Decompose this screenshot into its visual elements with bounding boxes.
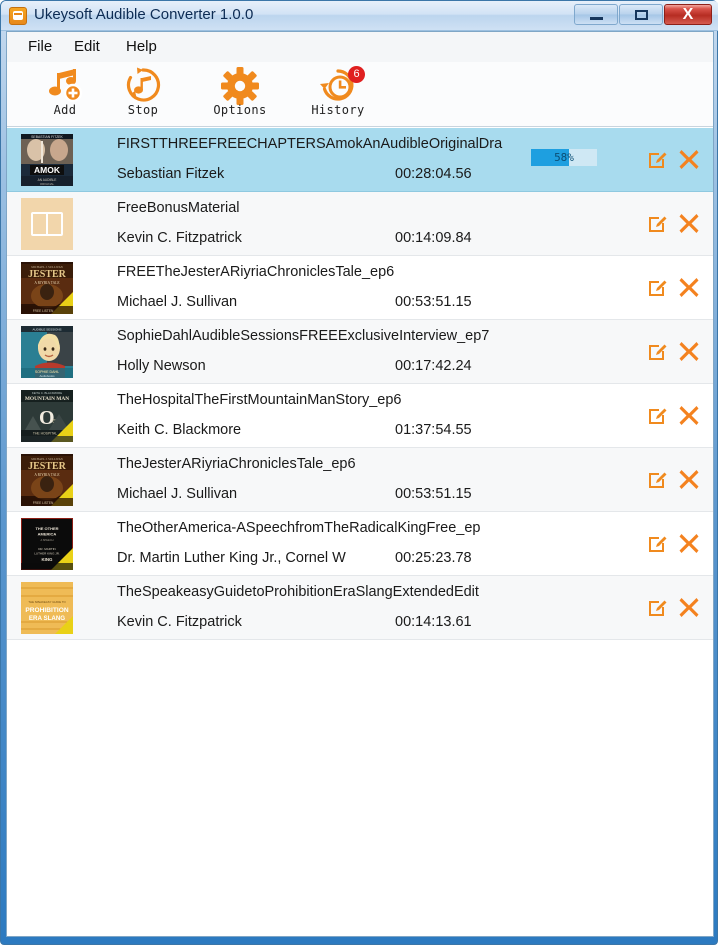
item-author: Michael J. Sullivan	[117, 294, 387, 310]
item-duration: 00:53:51.15	[395, 294, 472, 310]
edit-pencil-icon[interactable]	[646, 404, 668, 426]
table-row[interactable]: TheHospitalTheFirstMountainManStory_ep6 K…	[7, 384, 713, 448]
history-badge: 6	[348, 66, 365, 83]
cover-art	[21, 326, 73, 378]
maximize-button[interactable]	[619, 4, 663, 25]
menu-bar: File Edit Help	[7, 32, 713, 62]
item-author: Holly Newson	[117, 358, 387, 374]
edit-pencil-icon[interactable]	[646, 276, 668, 298]
delete-x-icon[interactable]	[678, 596, 700, 618]
item-duration: 00:14:13.61	[395, 614, 472, 630]
window-title: Ukeysoft Audible Converter 1.0.0	[34, 6, 253, 23]
delete-x-icon[interactable]	[678, 468, 700, 490]
app-logo-icon	[9, 7, 27, 25]
history-button[interactable]: 6 History	[290, 65, 386, 123]
edit-pencil-icon[interactable]	[646, 468, 668, 490]
title-bar: Ukeysoft Audible Converter 1.0.0 X	[1, 1, 718, 31]
table-row[interactable]: TheJesterARiyriaChroniclesTale_ep6 Michae…	[7, 448, 713, 512]
toolbar: Add Stop	[7, 62, 713, 127]
menu-item-edit[interactable]: Edit	[67, 37, 107, 57]
gear-icon	[192, 65, 288, 103]
item-title: FIRSTTHREEFREECHAPTERSAmokAnAudibleOrigi…	[117, 136, 527, 152]
item-author: Sebastian Fitzek	[117, 166, 387, 182]
menu-item-help[interactable]: Help	[119, 37, 164, 57]
close-button[interactable]: X	[664, 4, 712, 25]
table-row[interactable]: FREETheJesterARiyriaChroniclesTale_ep6 Mi…	[7, 256, 713, 320]
cover-art	[21, 134, 73, 186]
menu-item-file[interactable]: File	[21, 37, 59, 57]
table-row[interactable]: SophieDahlAudibleSessionsFREEExclusiveIn…	[7, 320, 713, 384]
item-duration: 00:25:23.78	[395, 550, 472, 566]
item-duration: 01:37:54.55	[395, 422, 472, 438]
item-title: TheSpeakeasyGuidetoProhibitionEraSlangEx…	[117, 584, 527, 600]
history-clock-icon: 6	[290, 65, 386, 103]
delete-x-icon[interactable]	[678, 532, 700, 554]
stop-button[interactable]: Stop	[95, 65, 191, 123]
cover-art	[21, 390, 73, 442]
delete-x-icon[interactable]	[678, 404, 700, 426]
delete-x-icon[interactable]	[678, 340, 700, 362]
app-logo-glyph	[13, 11, 23, 20]
stop-refresh-music-icon	[95, 65, 191, 103]
cover-art	[21, 262, 73, 314]
table-row[interactable]: FIRSTTHREEFREECHAPTERSAmokAnAudibleOrigi…	[7, 128, 713, 192]
client-area: File Edit Help	[6, 31, 714, 937]
item-author: Kevin C. Fitzpatrick	[117, 230, 387, 246]
table-row[interactable]: TheOtherAmerica-ASpeechfromTheRadicalKin…	[7, 512, 713, 576]
delete-x-icon[interactable]	[678, 276, 700, 298]
book-placeholder-icon	[21, 198, 73, 250]
progress-bar: 58%	[531, 149, 597, 166]
cover-art	[21, 454, 73, 506]
edit-pencil-icon[interactable]	[646, 212, 668, 234]
delete-x-icon[interactable]	[678, 212, 700, 234]
open-book-glyph	[31, 212, 63, 236]
item-title: SophieDahlAudibleSessionsFREEExclusiveIn…	[117, 328, 527, 344]
table-row[interactable]: TheSpeakeasyGuidetoProhibitionEraSlangEx…	[7, 576, 713, 640]
item-author: Michael J. Sullivan	[117, 486, 387, 502]
edit-pencil-icon[interactable]	[646, 532, 668, 554]
item-title: TheHospitalTheFirstMountainManStory_ep6	[117, 392, 527, 408]
item-title: FREETheJesterARiyriaChroniclesTale_ep6	[117, 264, 527, 280]
item-duration: 00:14:09.84	[395, 230, 472, 246]
item-author: Kevin C. Fitzpatrick	[117, 614, 387, 630]
cover-art	[21, 582, 73, 634]
edit-pencil-icon[interactable]	[646, 596, 668, 618]
progress-label: 58%	[531, 149, 597, 166]
minimize-icon	[590, 17, 603, 20]
close-icon: X	[665, 5, 711, 24]
table-row[interactable]: FreeBonusMaterial Kevin C. Fitzpatrick 00:…	[7, 192, 713, 256]
cover-art	[21, 518, 73, 570]
conversion-list[interactable]: FIRSTTHREEFREECHAPTERSAmokAnAudibleOrigi…	[7, 128, 713, 936]
item-duration: 00:28:04.56	[395, 166, 472, 182]
history-button-label: History	[290, 103, 386, 117]
maximize-icon	[635, 10, 648, 20]
item-author: Dr. Martin Luther King Jr., Cornel W	[117, 550, 387, 566]
delete-x-icon[interactable]	[678, 148, 700, 170]
item-duration: 00:17:42.24	[395, 358, 472, 374]
edit-pencil-icon[interactable]	[646, 340, 668, 362]
options-button-label: Options	[192, 103, 288, 117]
minimize-button[interactable]	[574, 4, 618, 25]
app-window: Ukeysoft Audible Converter 1.0.0 X File …	[0, 0, 718, 945]
item-duration: 00:53:51.15	[395, 486, 472, 502]
edit-pencil-icon[interactable]	[646, 148, 668, 170]
item-title: TheJesterARiyriaChroniclesTale_ep6	[117, 456, 527, 472]
item-author: Keith C. Blackmore	[117, 422, 387, 438]
options-button[interactable]: Options	[192, 65, 288, 123]
item-title: TheOtherAmerica-ASpeechfromTheRadicalKin…	[117, 520, 527, 536]
stop-button-label: Stop	[95, 103, 191, 117]
item-title: FreeBonusMaterial	[117, 200, 527, 216]
